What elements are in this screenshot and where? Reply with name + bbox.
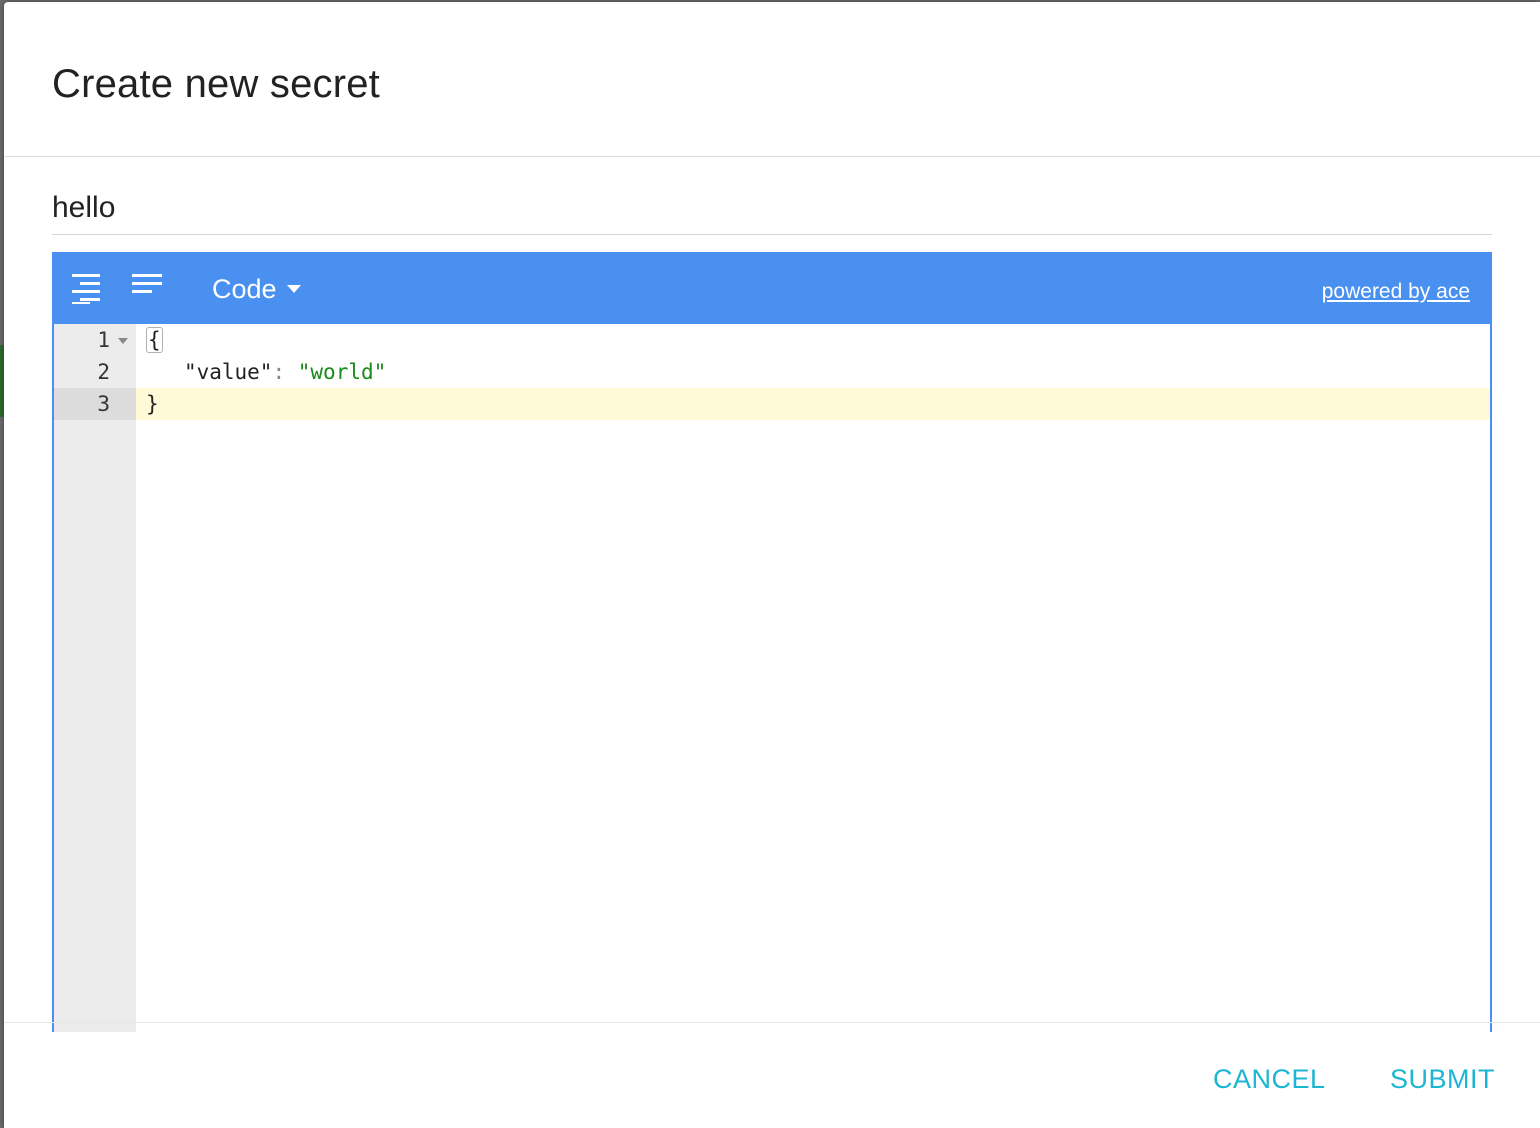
fold-toggle-icon[interactable]: [118, 338, 128, 344]
json-colon: :: [272, 360, 286, 384]
powered-by-ace-link[interactable]: powered by ace: [1322, 280, 1470, 304]
active-line-highlight: [136, 388, 1490, 420]
line-number-gutter: 1 2 3: [54, 324, 136, 1032]
footer-divider: [4, 1022, 1540, 1023]
mode-label: Code: [212, 274, 277, 304]
json-editor: Code powered by ace 1 2 3 { "value": "wo…: [52, 252, 1492, 1032]
dialog-title: Create new secret: [52, 62, 380, 106]
json-string-value: "world": [297, 360, 387, 384]
secret-name-input[interactable]: [52, 182, 1492, 235]
closing-bracket: }: [146, 392, 159, 416]
line-number: 2: [97, 360, 110, 384]
line-number: 1: [97, 328, 110, 352]
matching-bracket: {: [146, 327, 163, 353]
code-text-area[interactable]: { "value": "world" }: [136, 324, 1490, 1032]
cancel-button[interactable]: CANCEL: [1213, 1064, 1326, 1095]
code-line: }: [146, 388, 159, 420]
chevron-down-icon: [286, 284, 301, 293]
create-secret-dialog: Create new secret hello Code powered by …: [4, 2, 1540, 1128]
mode-dropdown[interactable]: Code: [212, 274, 301, 305]
title-divider: [4, 156, 1540, 157]
format-align-icon[interactable]: [70, 272, 104, 304]
code-line: {: [146, 324, 163, 356]
submit-button[interactable]: SUBMIT: [1390, 1064, 1495, 1095]
json-key: "value": [183, 360, 273, 384]
code-line: "value": "world": [146, 356, 386, 388]
compact-align-icon[interactable]: [130, 272, 164, 304]
editor-toolbar: Code powered by ace: [54, 254, 1490, 324]
line-number: 3: [97, 392, 110, 416]
